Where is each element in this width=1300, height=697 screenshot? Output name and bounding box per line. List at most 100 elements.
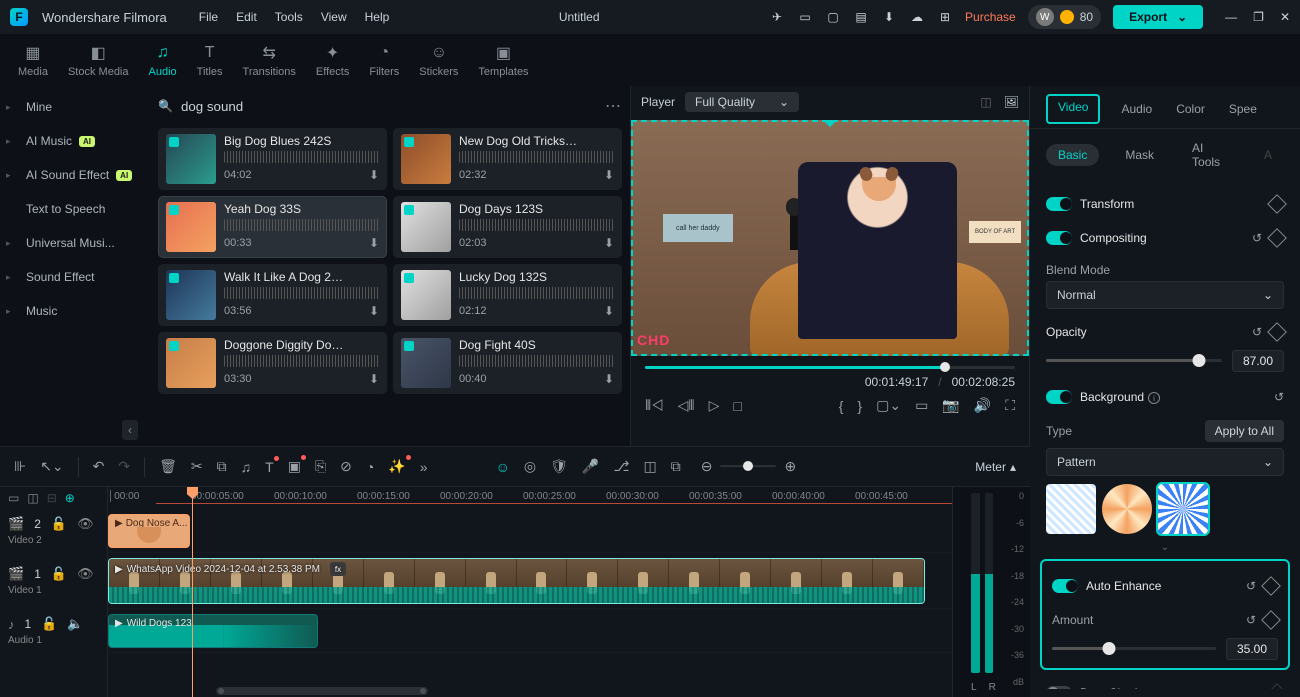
close-icon[interactable]: ✕ [1280, 10, 1290, 24]
meter-button[interactable]: Meter ▴ [975, 460, 1016, 474]
sidebar-collapse-button[interactable]: ‹ [122, 420, 138, 440]
minimize-icon[interactable]: — [1225, 10, 1237, 24]
display-icon[interactable]: ▭ [915, 397, 928, 414]
clip-audio1[interactable]: ▶Wild Dogs 123 [108, 614, 318, 648]
cat-text-to-speech[interactable]: Text to Speech [4, 192, 146, 226]
step-back-icon[interactable]: ◁⦀ [678, 397, 695, 414]
opacity-value[interactable]: 87.00 [1232, 350, 1284, 372]
ratio-icon[interactable]: ▢⌄ [876, 397, 901, 414]
delete-icon[interactable]: 🗑 [159, 458, 177, 475]
apps-icon[interactable]: ⊞ [937, 9, 953, 25]
asset-item[interactable]: New Dog Old Tricks 152S 02:32⬇ [393, 128, 622, 190]
libtab-titles[interactable]: TTitles [197, 43, 223, 78]
send-icon[interactable]: ✈ [769, 9, 785, 25]
video-preview[interactable]: call her daddy BODY OF ART CHD [631, 120, 1029, 356]
libtab-stickers[interactable]: ☺Stickers [419, 43, 458, 78]
snapshot-icon[interactable]: 📷 [942, 397, 959, 414]
lock-icon[interactable]: 🔓 [51, 516, 67, 532]
transform-toggle[interactable] [1046, 197, 1072, 211]
expand-patterns-icon[interactable]: ⌄ [1046, 542, 1284, 553]
apply-to-all-button[interactable]: Apply to All [1205, 420, 1284, 442]
record-icon[interactable]: ◎ [524, 458, 536, 475]
libtab-filters[interactable]: ◔Filters [369, 43, 399, 78]
mic-icon[interactable]: 🎤 [582, 458, 599, 475]
libtab-audio[interactable]: ♫Audio [149, 43, 177, 78]
face-icon[interactable]: ☺ [496, 459, 510, 475]
eye-icon[interactable]: 👁 [77, 516, 94, 532]
asset-item[interactable]: Walk It Like A Dog 236S 03:56⬇ [158, 264, 387, 326]
overflow-icon[interactable]: » [420, 459, 428, 475]
playhead[interactable] [192, 487, 193, 697]
pattern-3[interactable] [1158, 484, 1208, 534]
export-button[interactable]: Export ⌄ [1113, 5, 1203, 29]
menu-help[interactable]: Help [365, 10, 390, 24]
lock-icon[interactable]: 🔓 [41, 616, 57, 632]
th-tool-1-icon[interactable]: ▭ [8, 491, 19, 505]
prop-tab-speed[interactable]: Spee [1226, 98, 1260, 120]
music-icon[interactable]: ♫ [241, 459, 252, 475]
mixer-icon[interactable]: ⎇ [613, 458, 629, 475]
screen-icon[interactable]: ▢ [825, 9, 841, 25]
tl-redo-icon[interactable]: ↷ [118, 458, 130, 475]
color-icon[interactable]: ◔ [366, 459, 374, 475]
background-toggle[interactable] [1046, 390, 1072, 404]
tl-undo-icon[interactable]: ↶ [93, 458, 105, 475]
more-icon[interactable]: ⋯ [605, 96, 622, 116]
blend-mode-select[interactable]: Normal⌄ [1046, 281, 1284, 309]
speed-icon[interactable]: ⊘ [340, 458, 352, 475]
amount-value[interactable]: 35.00 [1226, 638, 1278, 660]
magnet-icon[interactable]: ⊪ [14, 458, 26, 475]
mark-in-icon[interactable]: { [839, 398, 844, 414]
menu-edit[interactable]: Edit [236, 10, 257, 24]
prop-sub-mask[interactable]: Mask [1113, 144, 1166, 166]
prop-tab-video[interactable]: Video [1046, 94, 1100, 124]
volume-icon[interactable]: 🔊 [974, 397, 991, 414]
link-icon[interactable]: ⧉ [671, 458, 681, 475]
auto-enhance-toggle[interactable] [1052, 579, 1078, 593]
download-icon[interactable]: ⬇ [604, 236, 614, 250]
th-tool-4-icon[interactable]: ⊕ [65, 491, 75, 505]
asset-item[interactable]: Lucky Dog 132S 02:12⬇ [393, 264, 622, 326]
keyframe-icon[interactable] [1267, 322, 1287, 342]
fullscreen-icon[interactable]: ⛶ [1005, 397, 1015, 414]
type-select[interactable]: Pattern⌄ [1046, 448, 1284, 476]
drop-shadow-toggle[interactable] [1046, 686, 1072, 689]
zoom-slider[interactable] [720, 465, 776, 468]
download-icon[interactable]: ⬇ [604, 168, 614, 182]
maximize-icon[interactable]: ❐ [1253, 10, 1264, 24]
keyframe-icon[interactable] [1261, 576, 1281, 596]
asset-item[interactable]: Dog Days 123S 02:03⬇ [393, 196, 622, 258]
prop-sub-basic[interactable]: Basic [1046, 144, 1099, 166]
shield-icon[interactable]: 🛡 [550, 458, 568, 475]
purchase-button[interactable]: Purchase [965, 10, 1016, 24]
zoom-out-icon[interactable]: ⊖ [701, 458, 713, 475]
download-icon[interactable]: ⬇ [604, 372, 614, 386]
cat-ai-music[interactable]: ▸AI MusicAI [4, 124, 146, 158]
keyframe-icon[interactable] [1267, 683, 1287, 689]
search-input[interactable] [181, 99, 441, 114]
timeline-hscroll[interactable] [216, 687, 942, 695]
keyframe-icon[interactable] [1261, 610, 1281, 630]
asset-item[interactable]: Yeah Dog 33S 00:33⬇ [158, 196, 387, 258]
cat-mine[interactable]: ▸Mine [4, 90, 146, 124]
libtab-templates[interactable]: ▣Templates [478, 43, 528, 78]
download-icon[interactable]: ⬇ [369, 304, 379, 318]
eye-icon[interactable]: 👁 [77, 566, 94, 582]
lock-icon[interactable]: 🔓 [51, 566, 67, 582]
save-icon[interactable]: ▤ [853, 9, 869, 25]
libtab-media[interactable]: ▦Media [18, 43, 48, 78]
preview-seekbar[interactable] [645, 366, 1015, 369]
opacity-slider[interactable] [1046, 359, 1222, 362]
th-tool-2-icon[interactable]: ◫ [27, 491, 38, 505]
prop-tab-color[interactable]: Color [1173, 98, 1208, 120]
snapshot-view-icon[interactable]: 🖼 [1004, 95, 1019, 109]
crop-icon[interactable]: ⧉ [217, 458, 227, 475]
avatar[interactable]: W [1036, 8, 1054, 26]
menu-view[interactable]: View [321, 10, 347, 24]
detach-icon[interactable]: ⎘ [315, 458, 326, 475]
undo-icon[interactable]: ↺ [1246, 613, 1256, 627]
clip-video2[interactable]: ▶Dog Nose A... [108, 514, 190, 548]
cat-ai-sound-effect[interactable]: ▸AI Sound EffectAI [4, 158, 146, 192]
device-icon[interactable]: ▭ [797, 9, 813, 25]
download-icon[interactable]: ⬇ [369, 372, 379, 386]
